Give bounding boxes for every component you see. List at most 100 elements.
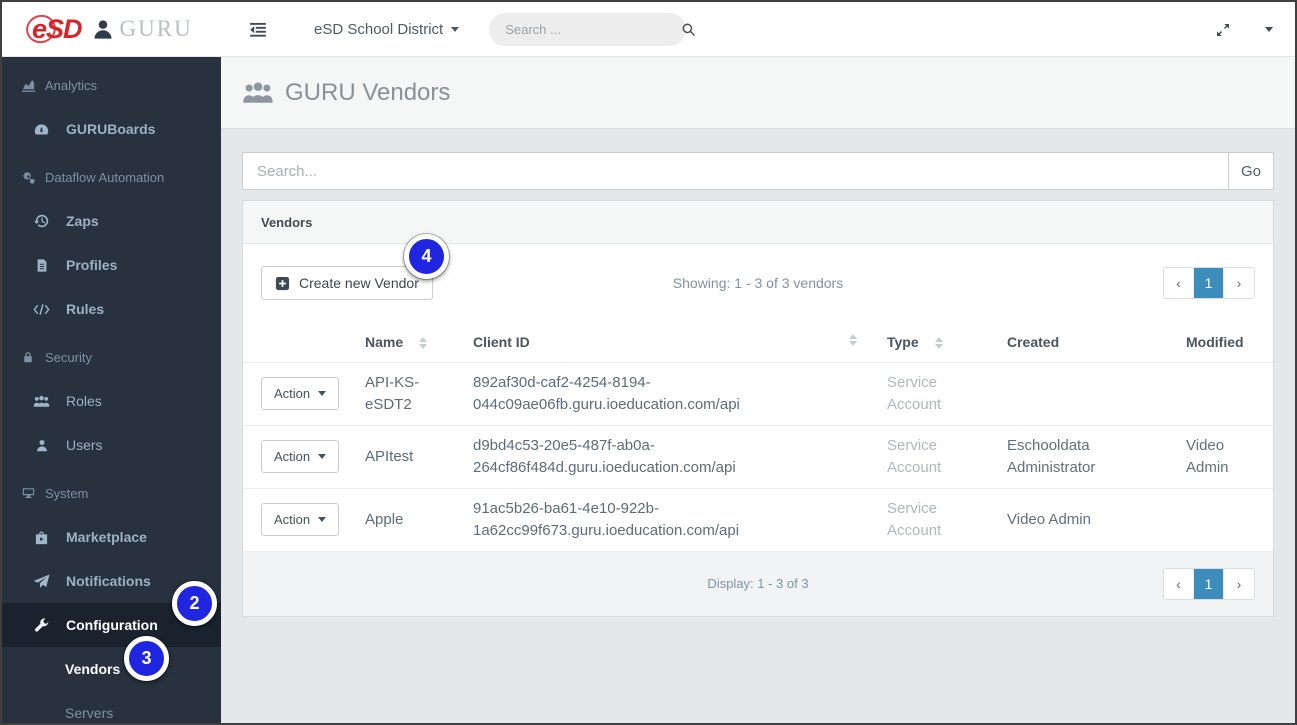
vendor-type: Service Account <box>887 362 1007 426</box>
paper-plane-icon <box>33 574 50 589</box>
plus-square-icon <box>275 276 290 290</box>
page-title: GURU Vendors <box>242 79 450 107</box>
sidebar-subitem-servers[interactable]: Servers <box>2 691 221 723</box>
sidebar-section-system: System <box>2 471 221 515</box>
global-search-input[interactable] <box>505 21 682 37</box>
sort-icon[interactable] <box>419 337 428 350</box>
panel-toolbar: Showing: 1 - 3 of 3 vendors Create new V… <box>243 244 1273 322</box>
annotation-step-2: 2 <box>172 581 217 626</box>
pagination-top: ‹ 1 › <box>1163 267 1255 299</box>
action-dropdown-button[interactable]: Action <box>261 503 340 536</box>
go-button[interactable]: Go <box>1228 153 1273 189</box>
pagination-next-button[interactable]: › <box>1224 268 1254 298</box>
gears-icon <box>20 170 36 185</box>
vendor-search-input[interactable] <box>243 153 1228 189</box>
sort-icon[interactable] <box>849 334 857 346</box>
history-icon <box>33 213 50 229</box>
caret-down-icon <box>318 517 327 522</box>
user-icon <box>33 438 50 453</box>
column-client-id[interactable]: Client ID <box>473 322 887 363</box>
dashboard-icon <box>33 121 50 138</box>
table-row: Action Apple 91ac5b26-ba61-4e10-922b-1a6… <box>243 488 1273 552</box>
pagination-page-1[interactable]: 1 <box>1194 268 1224 298</box>
sidebar-section-security: Security <box>2 335 221 379</box>
action-dropdown-button[interactable]: Action <box>261 440 340 473</box>
pagination-prev-button[interactable]: ‹ <box>1164 568 1194 599</box>
district-selector[interactable]: eSD School District <box>314 20 460 38</box>
create-new-vendor-button[interactable]: Create new Vendor <box>261 266 433 300</box>
top-navbar: eSD GURU eSD School District <box>2 2 1295 57</box>
fullscreen-icon[interactable] <box>1215 22 1231 38</box>
table-header-row: Name Client ID Type Created Modified <box>243 322 1273 363</box>
pagination-bottom: ‹ 1 › <box>1163 567 1255 600</box>
vendor-client-id: 892af30d-caf2-4254-8194-044c09ae06fb.gur… <box>473 362 887 426</box>
vendor-type: Service Account <box>887 425 1007 489</box>
esd-logo-text: eSD <box>32 13 83 44</box>
caret-down-icon <box>318 454 327 459</box>
display-count: Display: 1 - 3 of 3 <box>707 576 809 591</box>
sidebar-item-marketplace[interactable]: Marketplace <box>2 515 221 559</box>
vendor-created: Eschooldata Administrator <box>1007 425 1186 489</box>
column-type[interactable]: Type <box>887 322 1007 363</box>
app-logo: eSD GURU <box>2 14 221 45</box>
vendors-panel: Vendors Showing: 1 - 3 of 3 vendors Crea… <box>242 200 1274 617</box>
vendor-client-id: 91ac5b26-ba61-4e10-922b-1a62cc99f673.gur… <box>473 488 887 552</box>
pagination-next-button[interactable]: › <box>1224 568 1254 599</box>
user-menu-caret-icon[interactable] <box>1265 27 1273 32</box>
sidebar-item-zaps[interactable]: Zaps <box>2 199 221 243</box>
sidebar-item-profiles[interactable]: Profiles <box>2 243 221 287</box>
wrench-icon <box>33 617 50 633</box>
table-row: Action API-KS-eSDT2 892af30d-caf2-4254-8… <box>243 362 1273 426</box>
app-window: eSD GURU eSD School District Search ... … <box>0 0 1297 725</box>
search-icon[interactable] <box>681 22 696 37</box>
panel-title: Vendors <box>243 201 1273 244</box>
main-area: GURU Vendors Go Vendors Showing: 1 - 3 o… <box>221 57 1295 723</box>
file-text-icon <box>33 258 50 273</box>
vendor-search-group: Go <box>242 152 1274 190</box>
column-action <box>243 322 365 363</box>
column-created: Created <box>1007 322 1186 363</box>
sidebar-item-rules[interactable]: Rules <box>2 287 221 331</box>
vendor-created <box>1007 362 1186 426</box>
sidebar-section-dataflow-automation: Dataflow Automation <box>2 155 221 199</box>
annotation-step-3: 3 <box>124 636 169 681</box>
column-modified: Modified <box>1186 322 1273 363</box>
sidebar-item-roles[interactable]: Roles <box>2 379 221 423</box>
pagination-page-1[interactable]: 1 <box>1194 568 1224 599</box>
vendor-name: Apple <box>365 488 473 552</box>
vendor-name: APItest <box>365 425 473 489</box>
sidebar-subitem-vendors[interactable]: Vendors <box>2 647 221 691</box>
users-group-icon <box>33 394 50 409</box>
vendor-modified <box>1186 362 1273 426</box>
content: Go Vendors Showing: 1 - 3 of 3 vendors C… <box>221 129 1295 617</box>
guru-logo-text: GURU <box>119 16 193 41</box>
sidebar-item-guruboards[interactable]: GURUBoards <box>2 107 221 151</box>
caret-down-icon <box>318 391 327 396</box>
marketplace-bag-icon <box>33 530 50 545</box>
code-icon <box>33 303 50 316</box>
table-row: Action APItest d9bd4c53-20e5-487f-ab0a-2… <box>243 425 1273 489</box>
vendor-modified <box>1186 488 1273 552</box>
district-label: eSD School District <box>314 20 444 38</box>
sidebar-toggle-icon[interactable] <box>249 20 267 38</box>
sidebar-item-users[interactable]: Users <box>2 423 221 467</box>
pagination-prev-button[interactable]: ‹ <box>1164 268 1194 298</box>
chart-area-icon <box>20 78 36 93</box>
vendor-name: API-KS-eSDT2 <box>365 362 473 426</box>
topbar-actions <box>1215 2 1295 57</box>
vendor-type: Service Account <box>887 488 1007 552</box>
person-icon <box>92 18 114 40</box>
vendors-users-icon <box>242 80 274 106</box>
action-dropdown-button[interactable]: Action <box>261 377 340 410</box>
column-name[interactable]: Name <box>365 322 473 363</box>
vendors-table: Name Client ID Type Created Modified Act… <box>243 322 1273 552</box>
lock-icon <box>20 350 36 364</box>
vendor-created: Video Admin <box>1007 488 1186 552</box>
caret-down-icon <box>451 26 460 32</box>
vendor-modified: Video Admin <box>1186 425 1273 489</box>
annotation-step-4: 4 <box>404 234 449 279</box>
panel-footer: Display: 1 - 3 of 3 ‹ 1 › <box>243 551 1273 616</box>
sort-icon[interactable] <box>934 337 943 350</box>
page-header: GURU Vendors <box>221 57 1295 129</box>
sidebar-section-analytics: Analytics <box>2 63 221 107</box>
